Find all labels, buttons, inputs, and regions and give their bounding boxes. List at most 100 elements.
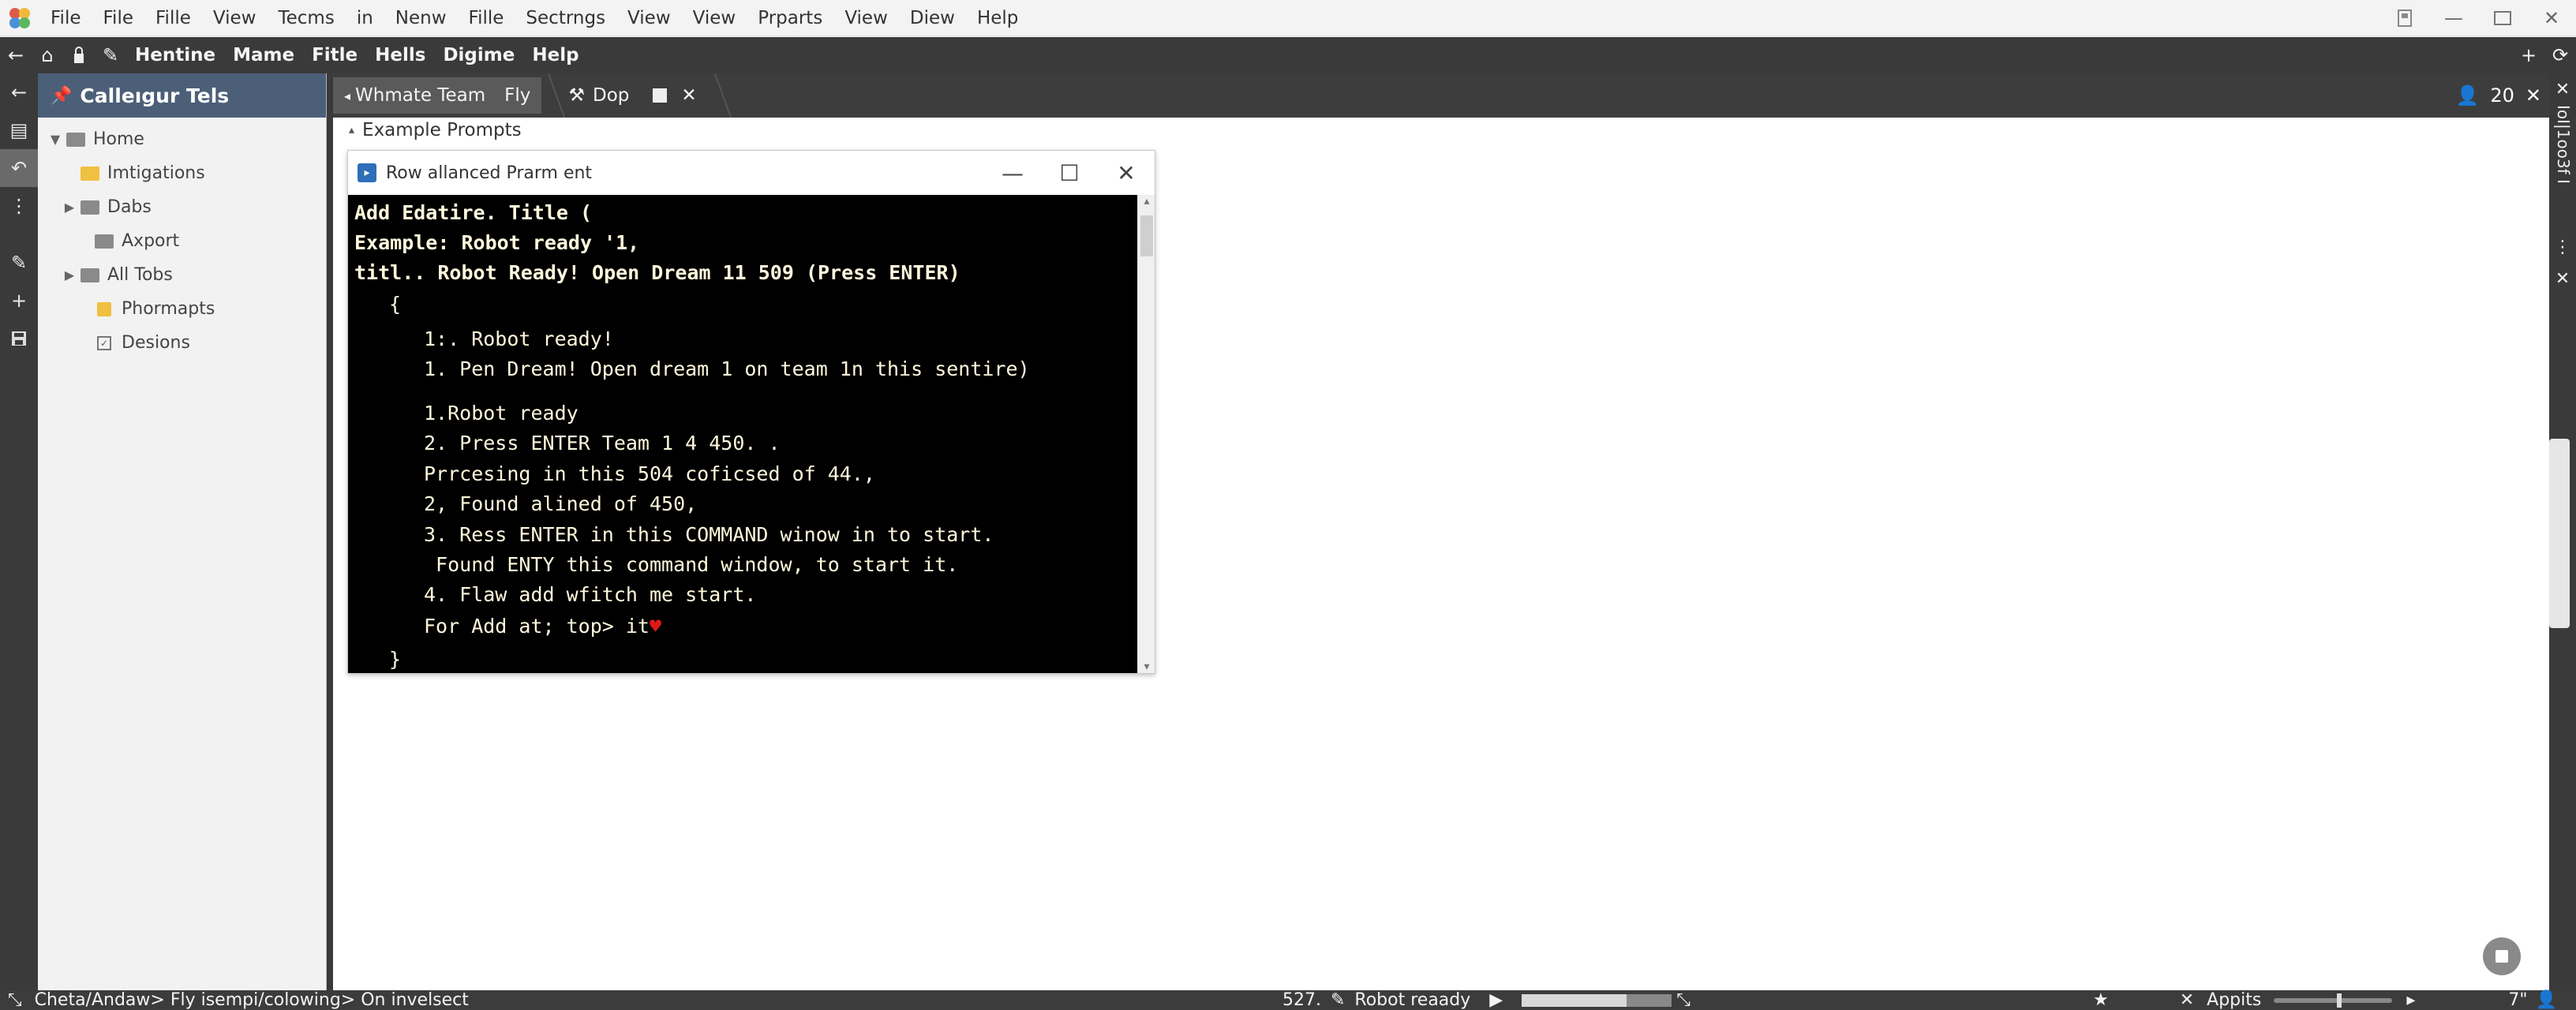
close-all-icon[interactable]: ✕ [2525,84,2541,107]
console-line-text: For Add at; top> it [424,615,650,638]
menu-item[interactable]: Prparts [747,0,833,36]
sidebar-tree-item[interactable]: Imtigations [38,156,326,190]
tabbar-right: 👤 20 ✕ [2455,73,2541,118]
console-line: 1. Pen Dream! Open dream 1 on team 1n th… [424,357,1030,380]
close-icon[interactable]: ✕ [2527,0,2576,36]
zoom-icon: ▸ [2406,990,2416,1010]
edit-icon[interactable]: ✎ [0,244,38,282]
menu-item[interactable]: in [346,0,384,36]
menu-item[interactable]: Tecms [267,0,345,36]
close-icon[interactable]: ✕ [2180,990,2194,1010]
console-line: 4. Flaw add wfitch me start. [424,583,756,606]
add-icon[interactable]: + [2513,37,2544,73]
tree-icon[interactable]: ▤ [0,111,38,149]
more-vertical-icon[interactable]: ⋮ [0,187,38,225]
console-scrollbar[interactable]: ▴ ▾ [1137,195,1155,673]
status-bar: ⤡ Cheta/Andaw> Fly isempi/colowing> On i… [0,990,2576,1010]
zoom-slider[interactable] [2274,993,2393,1008]
console-output[interactable]: Add Edatire. Title (Example: Robot ready… [348,195,1139,673]
scroll-up-icon[interactable]: ▴ [1138,195,1155,208]
menu-item[interactable]: Fille [458,0,515,36]
tab-arrow-icon: ◂ [344,88,351,103]
expand-toggle-icon[interactable]: ▶ [60,200,79,215]
menu-item[interactable]: File [92,0,145,36]
sidebar-tree-item[interactable]: ▶ Dabs [38,190,326,224]
undo-icon[interactable]: ↶ [0,149,38,187]
console-line-text: 1.Robot ready [424,402,578,425]
menu-item[interactable]: View [833,0,899,36]
sidebar-tree-item[interactable]: Phormapts [38,292,326,326]
pencil-icon[interactable]: ✎ [95,37,126,73]
folder-icon [79,199,101,216]
resize-icon: ⤡ [1676,990,1690,1010]
menu-item[interactable]: View [202,0,268,36]
expand-toggle-icon[interactable]: ▼ [46,132,65,147]
save-icon[interactable] [0,320,38,357]
toolbar-menu-item[interactable]: Digime [434,45,523,65]
page-scrollbar-thumb[interactable] [2549,439,2570,628]
app-badge-icon[interactable] [2380,0,2429,36]
example-prompts-header[interactable]: ▴ Example Prompts [349,118,522,143]
console-title: Row allanced Prarm ent [386,163,593,183]
console-line: Example: Robot ready '1, [354,231,639,254]
pane-divider[interactable] [327,73,333,990]
section-title: Example Prompts [362,120,522,140]
pin-icon[interactable]: 📌 [51,86,72,106]
menu-item[interactable]: View [682,0,747,36]
scroll-thumb[interactable] [1140,215,1153,256]
toolbar-menu: Hentine Mame Fitle Hells Digime Help [126,45,588,65]
toolbar-menu-item[interactable]: Hells [366,45,434,65]
expand-toggle-icon[interactable]: ▶ [60,267,79,282]
apps-label[interactable]: Appits [2207,990,2261,1010]
menu-item[interactable]: File [39,0,92,36]
tab-dop[interactable]: ⚒ Dop ✕ [557,77,707,114]
minimize-icon[interactable]: — [2429,0,2478,36]
toolbar-menu-item[interactable]: Help [523,45,587,65]
refresh-icon[interactable]: ⟳ [2544,37,2576,73]
back-icon[interactable]: ← [0,73,38,111]
sidebar-tree-item[interactable]: Axport [38,224,326,258]
tab-close-icon[interactable]: ✕ [681,85,696,106]
tab-label: Dop [592,85,630,106]
stop-button[interactable] [2483,937,2521,975]
plus-icon[interactable]: + [0,282,38,320]
close-icon[interactable]: ✕ [2549,263,2576,294]
minimize-icon[interactable]: — [984,151,1041,195]
scroll-down-icon[interactable]: ▾ [1138,660,1155,673]
play-icon[interactable]: ▶ [1489,990,1503,1010]
sidebar-tree-label: Desions [122,333,190,353]
menu-item[interactable]: View [616,0,682,36]
tool-icon: ⤡ [8,990,22,1010]
back-arrow-icon[interactable]: ← [0,37,32,73]
console-line-text: 2. Press ENTER Team 1 4 450. . [424,432,781,454]
lock-icon[interactable] [63,37,95,73]
sidebar-tree-item[interactable]: ▼ Home [38,122,326,156]
star-icon[interactable]: ★ [2093,990,2109,1010]
console-line-text: } [389,648,402,671]
home-icon[interactable]: ⌂ [32,37,63,73]
toolbar-menu-item[interactable]: Fitle [303,45,366,65]
toolbar-menu-item[interactable]: Hentine [126,45,224,65]
more-icon[interactable]: ⋮ [2549,231,2576,263]
menu-item[interactable]: Fille [144,0,202,36]
sidebar-tree-item[interactable]: ✓ Desions [38,326,326,360]
console-window-controls: — ☐ ✕ [984,151,1155,195]
menu-item[interactable]: Sectrngs [515,0,616,36]
breadcrumb-path[interactable]: Cheta/Andaw> Fly isempi/colowing> On inv… [22,990,469,1010]
console-line-text: 4. Flaw add wfitch me start. [424,583,757,606]
tab-whmate-team[interactable]: ◂ Whmate Team Fly [333,77,542,114]
maximize-icon[interactable] [2478,0,2527,36]
menu-item[interactable]: Help [966,0,1029,36]
lock-icon [93,301,115,318]
sidebar-tree-item[interactable]: ▶ All Tobs [38,258,326,292]
menu-item[interactable]: Diew [899,0,966,36]
toolbar-menu-item[interactable]: Mame [224,45,303,65]
menu-item[interactable]: Nenw [384,0,458,36]
collapse-caret-icon[interactable]: ▴ [349,124,354,137]
maximize-icon[interactable]: ☐ [1041,151,1098,195]
close-icon[interactable]: ✕ [1098,151,1155,195]
home-folder-icon [65,131,87,148]
close-icon[interactable]: ✕ [2549,73,2576,105]
stop-icon[interactable] [653,88,668,103]
console-line: 2. Press ENTER Team 1 4 450. . [424,432,781,454]
